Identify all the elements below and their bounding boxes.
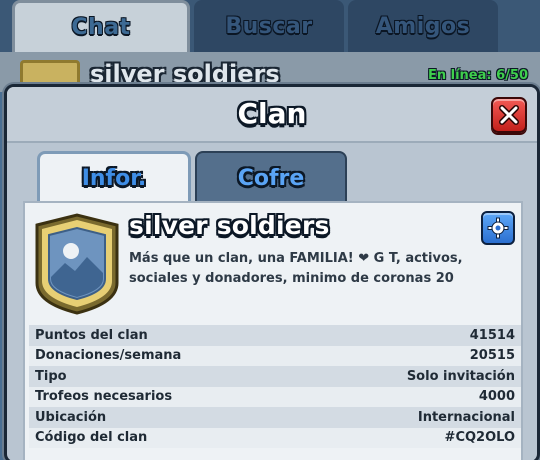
stat-row-location: Ubicación Internacional [29,407,521,428]
stat-label: Ubicación [35,409,107,425]
clan-badge [31,211,123,317]
gear-icon [487,217,509,239]
stat-value: 4000 [478,389,515,405]
modal-header: Clan [7,87,537,143]
tab-amigos[interactable]: Amigos [348,0,498,52]
stat-label: Donaciones/semana [35,348,182,364]
tab-infor-label: Infor. [81,166,147,191]
tab-cofre-label: Cofre [237,165,305,191]
stat-value: #CQ2OLO [444,430,515,446]
stat-row-clan-code: Código del clan #CQ2OLO [29,427,521,448]
clan-modal: Clan Infor. Cofre silver soldiers Más qu… [4,84,540,460]
mountain-shield-icon [35,213,119,315]
stat-row-points: Puntos del clan 41514 [29,325,521,346]
clan-settings-button[interactable] [481,211,515,245]
stat-value: 41514 [469,327,515,343]
tab-buscar[interactable]: Buscar [194,0,344,52]
tab-amigos-label: Amigos [375,13,471,39]
stat-label: Código del clan [35,430,148,446]
close-button[interactable] [491,97,527,133]
stat-value: 20515 [469,348,515,364]
top-tab-bar: Chat Buscar Amigos [0,0,540,52]
tab-cofre[interactable]: Cofre [195,151,347,203]
stat-row-donations: Donaciones/semana 20515 [29,345,521,366]
tab-buscar-label: Buscar [225,13,313,39]
online-count: En línea: 6/50 [427,68,528,83]
close-icon [499,105,519,125]
clan-stats-table: Puntos del clan 41514 Donaciones/semana … [29,325,521,448]
stat-label: Tipo [35,368,67,384]
stat-value: Solo invitación [406,368,515,384]
stat-row-required-trophies: Trofeos necesarios 4000 [29,386,521,407]
stat-label: Trofeos necesarios [35,389,173,405]
tab-infor[interactable]: Infor. [37,151,191,203]
modal-title: Clan [237,97,307,130]
tab-chat[interactable]: Chat [12,0,190,52]
stat-row-type: Tipo Solo invitación [29,366,521,387]
clan-description: Más que un clan, una FAMILIA! ❤ G T, act… [129,251,463,286]
tab-chat-label: Chat [71,15,131,40]
clan-info-panel: silver soldiers Más que un clan, una FAM… [23,201,523,460]
stat-value: Internacional [417,409,515,425]
stat-label: Puntos del clan [35,327,148,343]
clan-name: silver soldiers [129,211,330,240]
